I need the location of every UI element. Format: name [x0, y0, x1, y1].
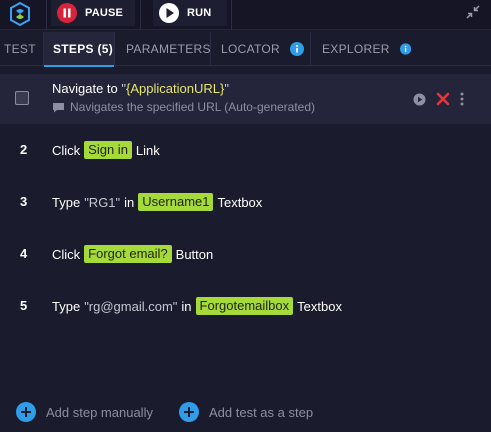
step-number: 4 — [20, 246, 28, 261]
element-type: Button — [175, 246, 214, 262]
toolbar-divider — [46, 0, 47, 30]
element-chip[interactable]: Username1 — [138, 193, 214, 211]
step-number: 2 — [20, 142, 28, 157]
step-action: Click — [52, 142, 81, 158]
element-chip[interactable]: Forgot email? — [84, 245, 172, 263]
step-text: Click Forgot email? Button — [52, 245, 213, 263]
step-description-text: Navigates the specified URL (Auto-genera… — [70, 100, 316, 114]
toolbar-divider — [231, 0, 232, 30]
step-actions-footer: Add step manually Add test as a step — [0, 398, 491, 428]
step-value: "rg@gmail.com" — [84, 298, 178, 314]
tab-parameters[interactable]: PARAMETERS — [115, 32, 211, 66]
toolbar-divider — [140, 0, 141, 30]
step-row[interactable]: 3 Type "RG1" in Username1 Textbox — [0, 190, 491, 214]
step-text: Type "rg@gmail.com" in Forgotemailbox Te… — [52, 297, 342, 315]
add-test-as-step-button[interactable]: Add test as a step — [179, 402, 313, 422]
step-action: Type — [52, 298, 81, 314]
tab-label: PARAMETERS — [126, 42, 211, 56]
tab-label: EXPLORER — [322, 42, 390, 56]
add-step-manually-button[interactable]: Add step manually — [16, 402, 153, 422]
step-parameter: {ApplicationURL} — [126, 81, 225, 96]
element-chip[interactable]: Sign in — [84, 141, 132, 159]
add-step-manually-label: Add step manually — [46, 404, 153, 420]
collapse-icon[interactable] — [465, 4, 481, 20]
pause-button[interactable]: PAUSE — [51, 0, 135, 26]
tab-explorer[interactable]: EXPLORER — [311, 32, 411, 66]
step-row[interactable]: 5 Type "rg@gmail.com" in Forgotemailbox … — [0, 294, 491, 318]
quote-close: " — [224, 81, 229, 96]
tab-bar: TEST STEPS (5) PARAMETERS LOCATOR EXPLOR… — [0, 32, 491, 67]
run-step-icon[interactable] — [413, 93, 426, 106]
run-button[interactable]: RUN — [153, 0, 227, 26]
tab-locator[interactable]: LOCATOR — [211, 32, 311, 66]
step-checkbox[interactable] — [15, 91, 29, 105]
comment-icon — [53, 102, 64, 112]
element-type: Link — [135, 142, 160, 158]
step-connector: in — [124, 194, 135, 210]
step-row-navigate[interactable]: Navigate to "{ApplicationURL}" Navigates… — [0, 74, 491, 124]
step-text: Click Sign in Link — [52, 141, 160, 159]
step-row[interactable]: 2 Click Sign in Link — [0, 138, 491, 162]
tab-steps[interactable]: STEPS (5) — [44, 32, 115, 67]
app-logo-icon — [10, 1, 30, 27]
tab-test[interactable]: TEST — [0, 32, 44, 66]
toolbar: PAUSE RUN — [0, 0, 491, 30]
element-chip[interactable]: Forgotemailbox — [195, 297, 294, 315]
tab-label: LOCATOR — [221, 42, 281, 56]
add-test-as-step-label: Add test as a step — [209, 404, 314, 420]
step-connector: in — [181, 298, 192, 314]
plus-circle-icon — [16, 402, 36, 422]
element-type: Textbox — [217, 194, 263, 210]
plus-circle-icon — [179, 402, 199, 422]
element-type: Textbox — [297, 298, 342, 314]
delete-icon[interactable] — [436, 92, 450, 106]
pause-label: PAUSE — [85, 7, 124, 19]
step-action: Click — [52, 246, 81, 262]
step-value: "RG1" — [84, 194, 121, 210]
info-icon[interactable] — [399, 42, 411, 56]
step-action: Type — [52, 194, 81, 210]
step-number: 3 — [20, 194, 28, 209]
step-title: Navigate to "{ApplicationURL}" — [52, 81, 229, 96]
pause-icon — [57, 3, 77, 23]
run-label: RUN — [187, 7, 212, 19]
tab-label: TEST — [4, 42, 36, 56]
play-icon — [159, 3, 179, 23]
tab-label: STEPS (5) — [53, 42, 114, 56]
info-icon[interactable] — [290, 42, 305, 56]
step-row[interactable]: 4 Click Forgot email? Button — [0, 242, 491, 266]
step-description: Navigates the specified URL (Auto-genera… — [52, 100, 315, 114]
step-text: Type "RG1" in Username1 Textbox — [52, 193, 262, 211]
more-icon[interactable] — [460, 92, 464, 106]
step-number: 5 — [20, 298, 28, 313]
step-action: Navigate to — [52, 81, 118, 96]
